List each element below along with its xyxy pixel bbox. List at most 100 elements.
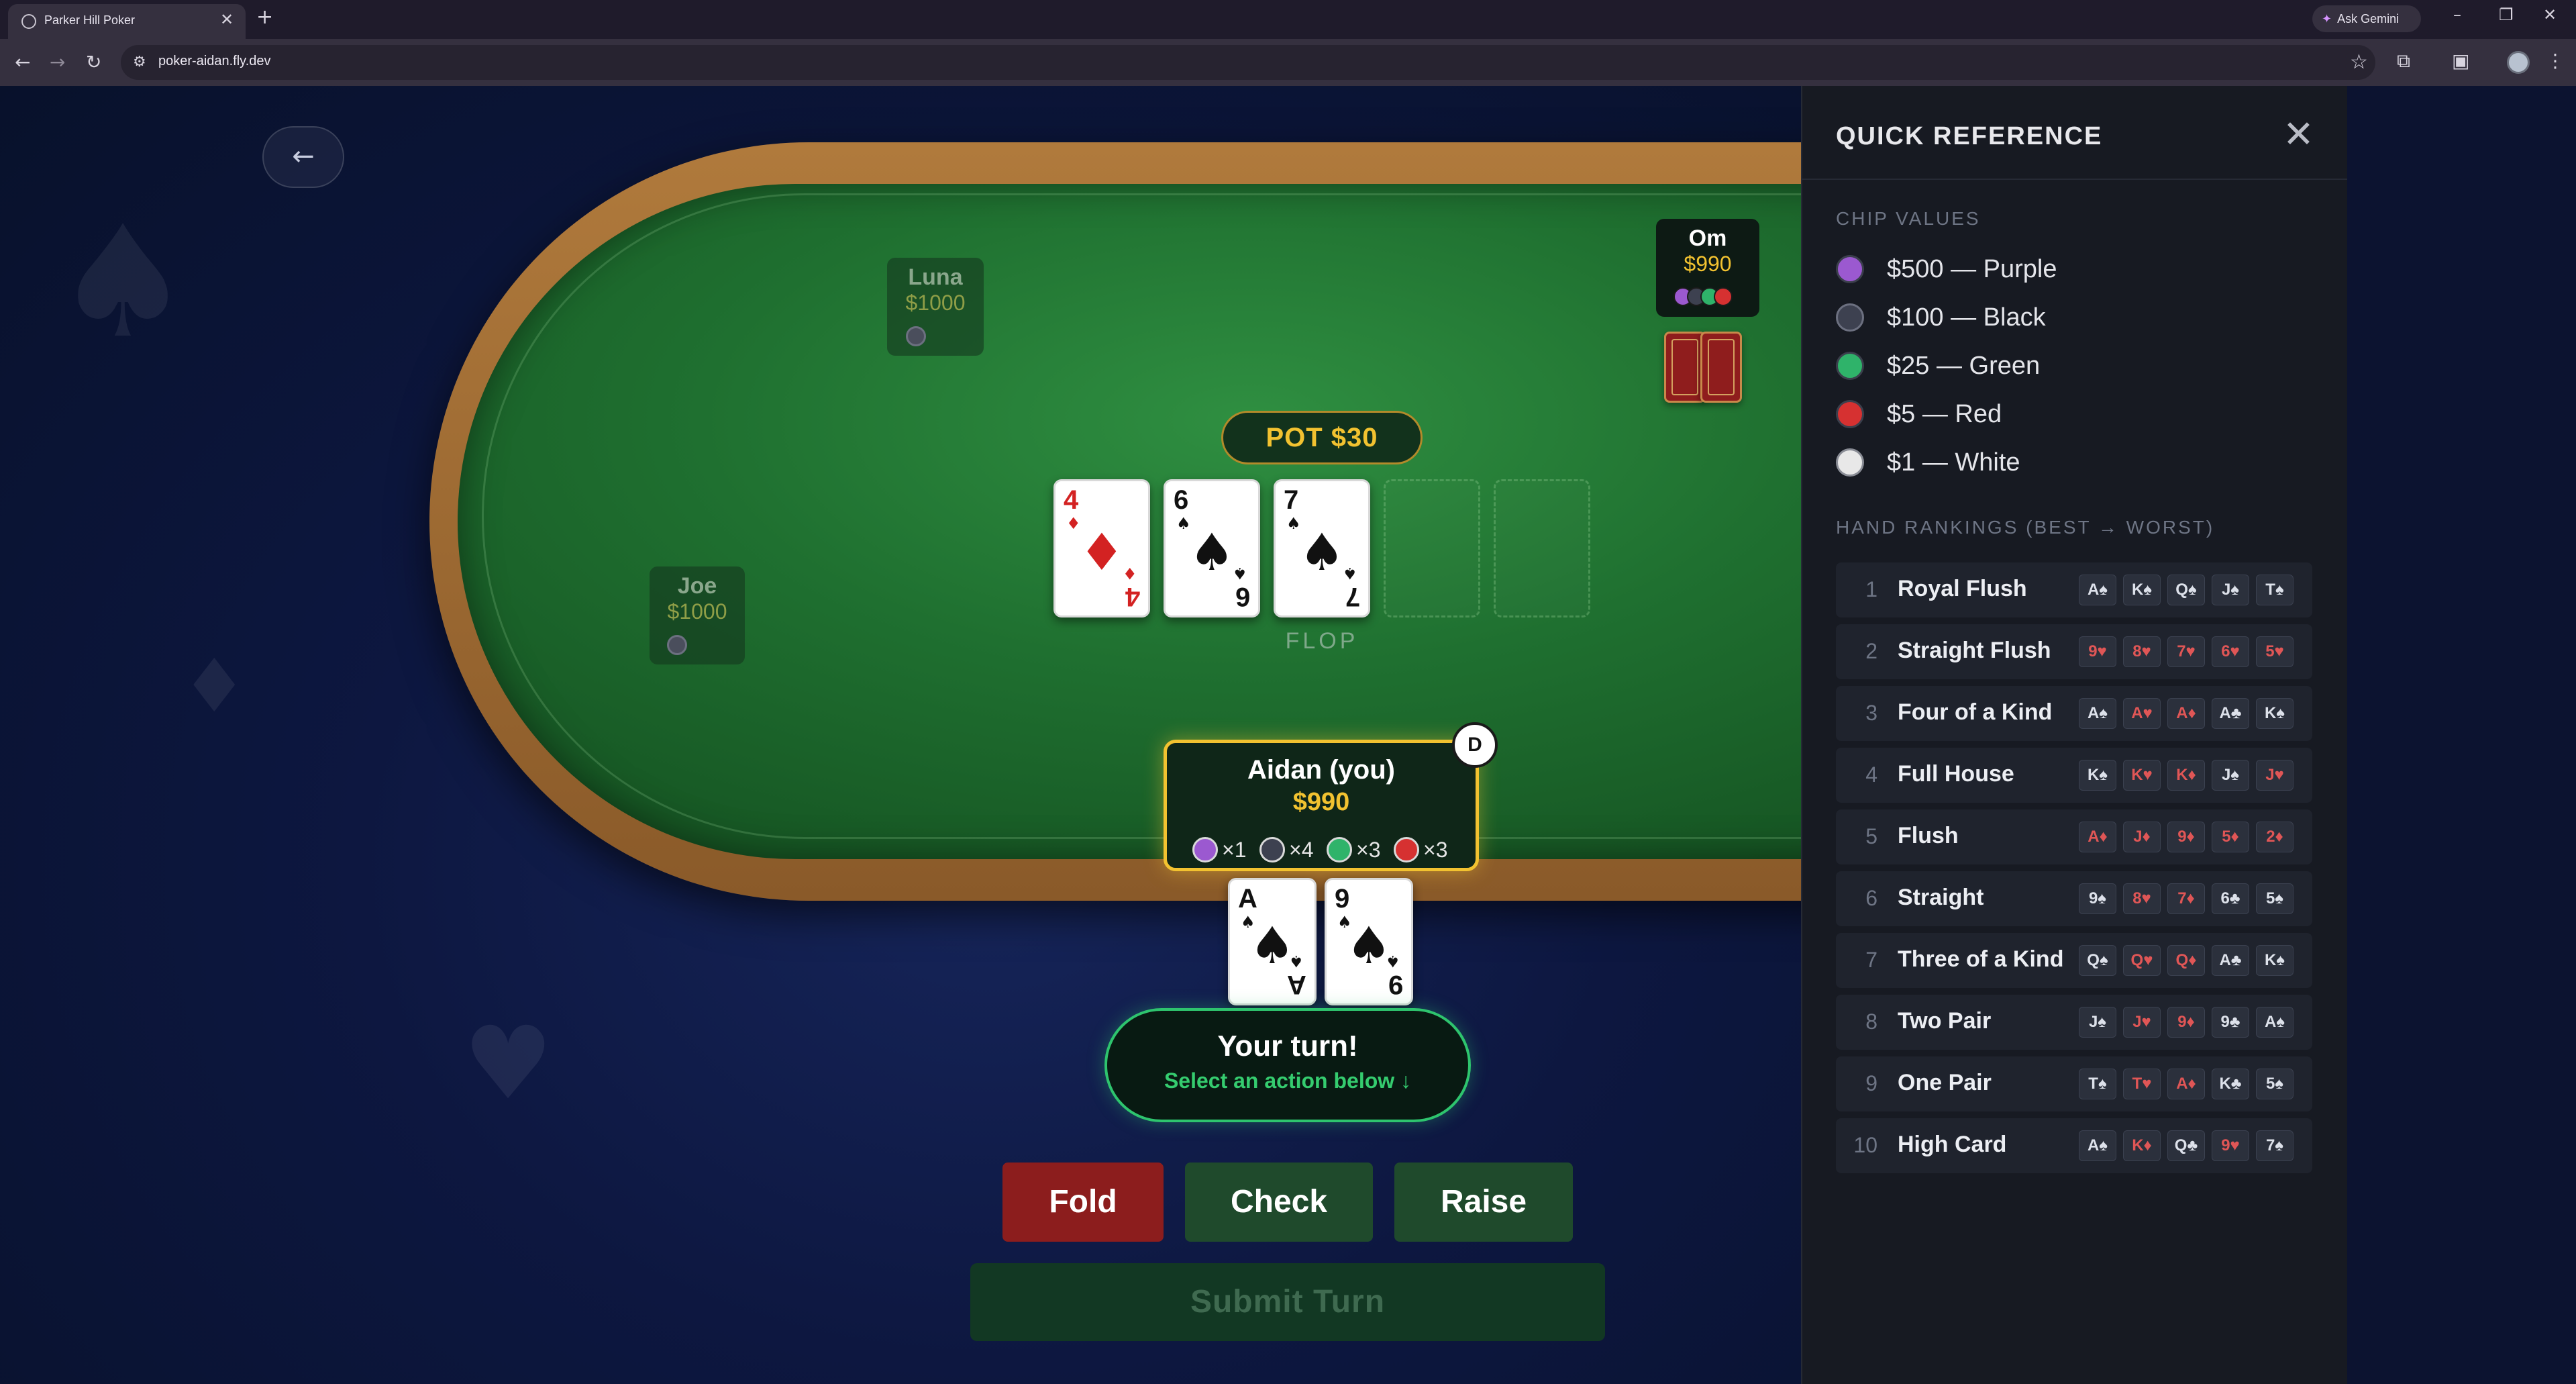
site-info-icon[interactable]: ⚙: [133, 54, 146, 70]
example-card: A♦: [2079, 822, 2116, 852]
red-chip-icon: [1394, 837, 1419, 862]
tab-search-icon[interactable]: ▣: [2452, 50, 2469, 72]
panel-title: QUICK REFERENCE: [1836, 122, 2103, 150]
submit-turn-button[interactable]: Submit Turn: [970, 1263, 1605, 1341]
card-rank: 6: [1235, 582, 1250, 611]
hand-name: Royal Flush: [1898, 576, 2027, 601]
seat-om: Om $990: [1656, 219, 1759, 317]
ranking-number: 8: [1865, 1009, 1877, 1034]
black-chip-icon: [1259, 837, 1285, 862]
hand-ranking-row: 5 Flush A♦ J♦ 9♦ 5♦ 2♦: [1836, 809, 2312, 864]
turn-title: Your turn!: [1217, 1030, 1358, 1062]
example-card: 9♦: [2167, 1007, 2205, 1038]
ranking-number: 9: [1865, 1071, 1877, 1095]
diamond-decor-icon: ♦: [181, 643, 248, 729]
restore-icon[interactable]: ❐: [2499, 5, 2514, 24]
ranking-number: 2: [1865, 639, 1877, 663]
example-card: 9♦: [2167, 822, 2205, 852]
ranking-number: 7: [1865, 948, 1877, 972]
example-card: J♠: [2079, 1007, 2116, 1038]
example-card: T♥: [2123, 1069, 2161, 1099]
browser-tab-bar: Parker Hill Poker ✕ + ✦ Ask Gemini – ❐ ✕: [0, 0, 2576, 39]
divider: [1802, 179, 2349, 180]
back-arrow-icon[interactable]: ←: [15, 51, 30, 73]
opponent-card-back: [1700, 332, 1742, 403]
hand-ranking-row: 9 One Pair T♠ T♥ A♦ K♣ 5♠: [1836, 1056, 2312, 1111]
profile-icon[interactable]: [2507, 51, 2530, 74]
card-rank: 9: [1335, 884, 1350, 913]
hand-name: Three of a Kind: [1898, 946, 2064, 972]
example-card: K♠: [2256, 698, 2294, 729]
player-stack: $1000: [905, 291, 966, 315]
opponent-card-back: [1664, 332, 1706, 403]
spade-icon: ♠: [1233, 564, 1247, 583]
hand-ranking-row: 2 Straight Flush 9♥ 8♥ 7♥ 6♥ 5♥: [1836, 624, 2312, 679]
player-stack: $1000: [667, 599, 727, 624]
chip-value-label: $500 — Purple: [1887, 255, 2057, 283]
quick-reference-panel: QUICK REFERENCE ✕ CHIP VALUES $500 — Pur…: [1801, 86, 2349, 1384]
example-card: J♠: [2212, 760, 2249, 791]
card-rank: 4: [1125, 582, 1140, 611]
hand-ranking-row: 10 High Card A♠ K♦ Q♣ 9♥ 7♠: [1836, 1118, 2312, 1173]
bookmark-star-icon[interactable]: ☆: [2350, 50, 2368, 74]
browser-toolbar: ← → ↻ ⚙ poker-aidan.fly.dev ☆ ⧉ ▣ ⋮: [0, 39, 2576, 86]
extensions-icon[interactable]: ⧉: [2397, 50, 2410, 72]
red-chip-icon: [1836, 400, 1864, 428]
card-rank: 7: [1345, 582, 1360, 611]
example-card: A♣: [2212, 945, 2249, 976]
chip-icon: [906, 326, 926, 346]
check-button[interactable]: Check: [1185, 1163, 1373, 1242]
player-name: Luna: [908, 264, 963, 290]
example-card: 6♣: [2212, 883, 2249, 914]
hero-name: Aidan (you): [1247, 755, 1395, 785]
heart-decor-icon: ♥: [463, 1005, 554, 1122]
example-card: 9♥: [2212, 1130, 2249, 1161]
green-chip-icon: [1327, 837, 1352, 862]
reload-icon[interactable]: ↻: [86, 51, 101, 73]
new-tab-button[interactable]: +: [256, 5, 273, 29]
example-card: K♠: [2256, 945, 2294, 976]
example-card: A♦: [2167, 1069, 2205, 1099]
example-card: A♠: [2079, 698, 2116, 729]
menu-dots-icon[interactable]: ⋮: [2546, 50, 2565, 72]
example-card: 8♥: [2123, 636, 2161, 667]
example-card: 5♦: [2212, 822, 2249, 852]
spade-icon: ♠: [1386, 952, 1400, 971]
tab-title: Parker Hill Poker: [44, 13, 136, 27]
browser-tab[interactable]: Parker Hill Poker ✕: [8, 4, 246, 39]
hand-name: High Card: [1898, 1132, 2007, 1157]
forward-arrow-icon[interactable]: →: [50, 51, 65, 73]
globe-icon: [21, 14, 36, 29]
example-card: J♥: [2256, 760, 2294, 791]
turn-subtitle: Select an action below ↓: [1164, 1069, 1412, 1093]
example-card: J♦: [2123, 822, 2161, 852]
example-card: Q♠: [2079, 945, 2116, 976]
example-card: 5♠: [2256, 1069, 2294, 1099]
purple-chip-icon: [1192, 837, 1218, 862]
fold-button[interactable]: Fold: [1002, 1163, 1164, 1242]
gemini-spark-icon: ✦: [2322, 12, 2332, 26]
hand-name: Flush: [1898, 823, 1959, 848]
example-card: 5♥: [2256, 636, 2294, 667]
tab-close-icon[interactable]: ✕: [220, 10, 234, 29]
example-card: A♠: [2079, 575, 2116, 605]
ranking-number: 6: [1865, 886, 1877, 910]
window-close-icon[interactable]: ✕: [2543, 5, 2557, 24]
example-card: A♠: [2256, 1007, 2294, 1038]
spade-decor-icon: ♠: [54, 193, 193, 373]
ranking-number: 4: [1865, 762, 1877, 787]
back-button[interactable]: ←: [262, 126, 344, 188]
example-card: 2♦: [2256, 822, 2294, 852]
address-bar[interactable]: ⚙ poker-aidan.fly.dev ☆: [121, 45, 2375, 80]
example-card: 7♠: [2256, 1130, 2294, 1161]
card-rank: 9: [1388, 970, 1403, 999]
close-panel-icon[interactable]: ✕: [2283, 113, 2314, 156]
spade-icon: ♠: [1289, 952, 1304, 971]
hand-ranking-row: 7 Three of a Kind Q♠ Q♥ Q♦ A♣ K♠: [1836, 933, 2312, 988]
ask-gemini-button[interactable]: ✦ Ask Gemini: [2312, 5, 2421, 32]
raise-button[interactable]: Raise: [1394, 1163, 1573, 1242]
chip-count: ×3: [1356, 838, 1381, 862]
minimize-icon[interactable]: –: [2453, 5, 2461, 24]
board-card: 4 ♦ ♦ ♦ 4: [1053, 479, 1150, 617]
ranking-number: 5: [1865, 824, 1877, 848]
